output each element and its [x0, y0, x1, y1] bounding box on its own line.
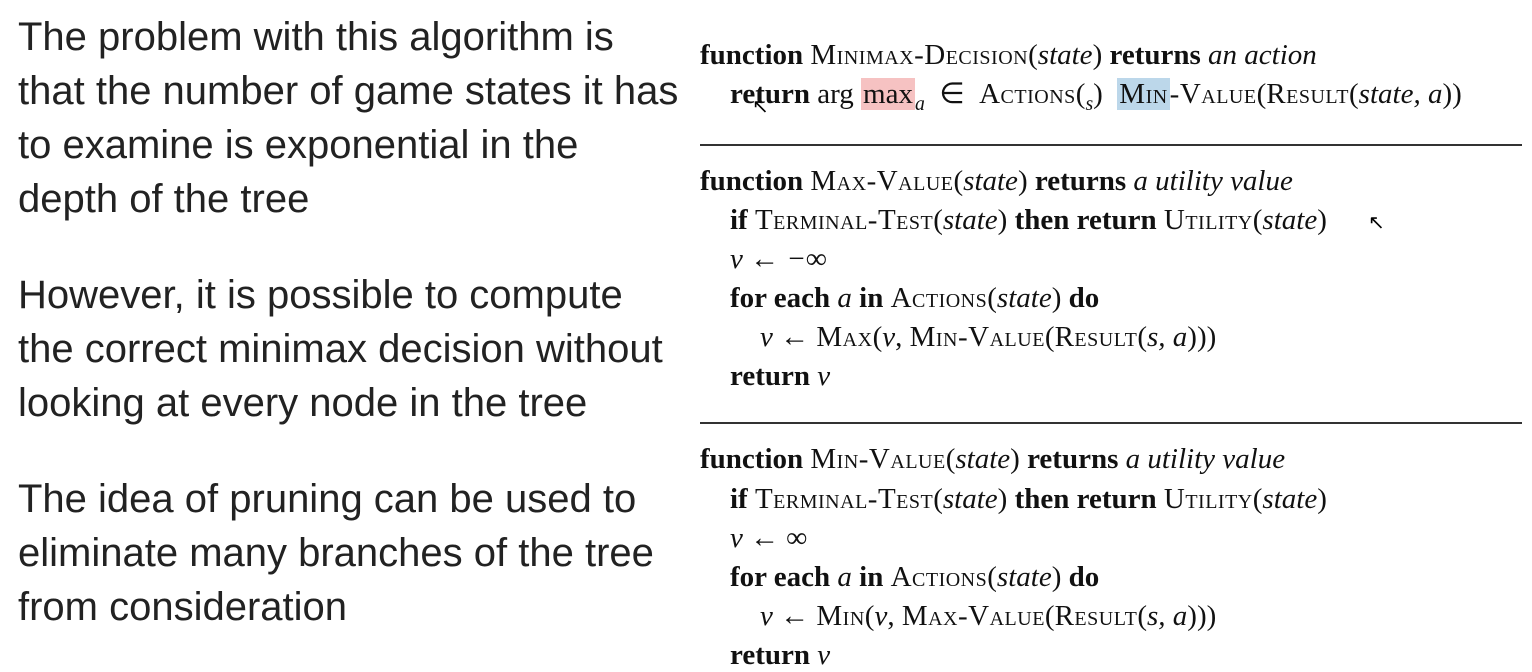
fn-actions: Actions	[979, 78, 1076, 110]
kw-do: do	[1069, 282, 1100, 314]
kw-return: return	[730, 639, 810, 671]
decision-body: return arg maxa ∈ Actions(s) Min-Value(R…	[700, 75, 1522, 117]
kw-for-each: for each	[730, 282, 830, 314]
utility-arg: state	[1262, 483, 1317, 515]
txt-arg: arg	[817, 78, 854, 110]
kw-then-return: then return	[1015, 204, 1157, 236]
divider-1	[700, 144, 1522, 146]
sub-s: s	[1085, 93, 1093, 115]
maxv-loop-line: for each a in Actions(state) do	[700, 279, 1522, 318]
ret-utility-value: a utility value	[1133, 165, 1292, 197]
kw-do: do	[1069, 561, 1100, 593]
fn-result: Result	[1055, 600, 1138, 632]
minv-loop-line: for each a in Actions(state) do	[700, 558, 1522, 597]
minv-terminal-line: if Terminal-Test(state) then return Util…	[700, 480, 1522, 519]
fn-min: Min	[816, 600, 864, 632]
paragraph-1: The problem with this algorithm is that …	[18, 10, 680, 226]
kw-in: in	[859, 561, 883, 593]
minv-assign-line: v ← Min(v, Max-Value(Result(s, a)))	[700, 597, 1522, 636]
minv-signature: function Min-Value(state) returns a util…	[700, 440, 1522, 479]
fn-terminal-test: Terminal-Test	[755, 204, 933, 236]
paragraph-3: The idea of pruning can be used to elimi…	[18, 472, 680, 634]
kw-returns: returns	[1109, 39, 1200, 71]
kw-then-return: then return	[1015, 483, 1157, 515]
fn-actions: Actions	[891, 282, 988, 314]
actions-arg: state	[997, 561, 1052, 593]
kw-returns: returns	[1035, 165, 1126, 197]
maxv-terminal-line: if Terminal-Test(state) then return Util…	[700, 201, 1522, 240]
maxv-assign-line: v ← Max(v, Min-Value(Result(s, a)))	[700, 318, 1522, 357]
param-state: state	[1038, 39, 1093, 71]
divider-2	[700, 422, 1522, 424]
highlight-max: max	[861, 78, 915, 110]
minv-init-line: v ← ∞	[700, 519, 1522, 558]
decision-signature: function Minimax-Decision(state) returns…	[700, 36, 1522, 75]
terminal-arg: state	[943, 204, 998, 236]
fn-value-suffix: -Value	[1170, 78, 1257, 110]
kw-if: if	[730, 204, 748, 236]
param-state: state	[955, 443, 1010, 475]
fn-actions: Actions	[891, 561, 988, 593]
fn-terminal-test: Terminal-Test	[755, 483, 933, 515]
fn-max-value: Max-Value	[810, 165, 953, 197]
ret-utility-value: a utility value	[1126, 443, 1285, 475]
ret-an-action: an action	[1208, 39, 1317, 71]
left-text-column: The problem with this algorithm is that …	[0, 0, 690, 672]
fn-min-value: Min-Value	[810, 443, 945, 475]
ret-v: v	[817, 360, 830, 392]
result-args: s, a	[1147, 600, 1187, 632]
result-args: state, a	[1359, 78, 1443, 110]
actions-arg: state	[997, 282, 1052, 314]
param-state: state	[963, 165, 1018, 197]
kw-function: function	[700, 165, 803, 197]
v-arg: v	[874, 600, 887, 632]
v-assign: v ←	[760, 321, 809, 353]
kw-return: return	[730, 78, 810, 110]
fn-result: Result	[1266, 78, 1349, 110]
result-args: s, a	[1147, 321, 1187, 353]
fn-result: Result	[1055, 321, 1138, 353]
maxv-signature: function Max-Value(state) returns a util…	[700, 162, 1522, 201]
highlight-min: Min	[1117, 78, 1169, 110]
pseudocode-column: function Minimax-Decision(state) returns…	[690, 0, 1532, 672]
sym-element-of: ∈	[939, 78, 964, 110]
slide-page: The problem with this algorithm is that …	[0, 0, 1532, 672]
algo-max-value: function Max-Value(state) returns a util…	[700, 162, 1522, 409]
algo-minimax-decision: function Minimax-Decision(state) returns…	[700, 36, 1522, 130]
v-assign: v ←	[760, 600, 809, 632]
kw-for-each: for each	[730, 561, 830, 593]
v-arg: v	[882, 321, 895, 353]
fn-minimax-decision: Minimax-Decision	[810, 39, 1028, 71]
kw-function: function	[700, 39, 803, 71]
kw-return: return	[730, 360, 810, 392]
maxv-return-line: return v	[700, 357, 1522, 396]
maxv-init-line: v ← −∞	[700, 240, 1522, 279]
kw-if: if	[730, 483, 748, 515]
kw-in: in	[859, 282, 883, 314]
fn-max: Max	[816, 321, 872, 353]
kw-function: function	[700, 443, 803, 475]
terminal-arg: state	[943, 483, 998, 515]
loop-var-a: a	[837, 561, 852, 593]
fn-min-value: Min-Value	[910, 321, 1045, 353]
fn-utility: Utility	[1164, 204, 1253, 236]
loop-var-a: a	[837, 282, 852, 314]
ret-v: v	[817, 639, 830, 671]
utility-arg: state	[1262, 204, 1317, 236]
fn-max-value: Max-Value	[902, 600, 1045, 632]
paragraph-2: However, it is possible to compute the c…	[18, 268, 680, 430]
sub-a: a	[915, 93, 925, 115]
fn-utility: Utility	[1164, 483, 1253, 515]
minv-return-line: return v	[700, 636, 1522, 672]
kw-returns: returns	[1027, 443, 1118, 475]
algo-min-value: function Min-Value(state) returns a util…	[700, 440, 1522, 672]
